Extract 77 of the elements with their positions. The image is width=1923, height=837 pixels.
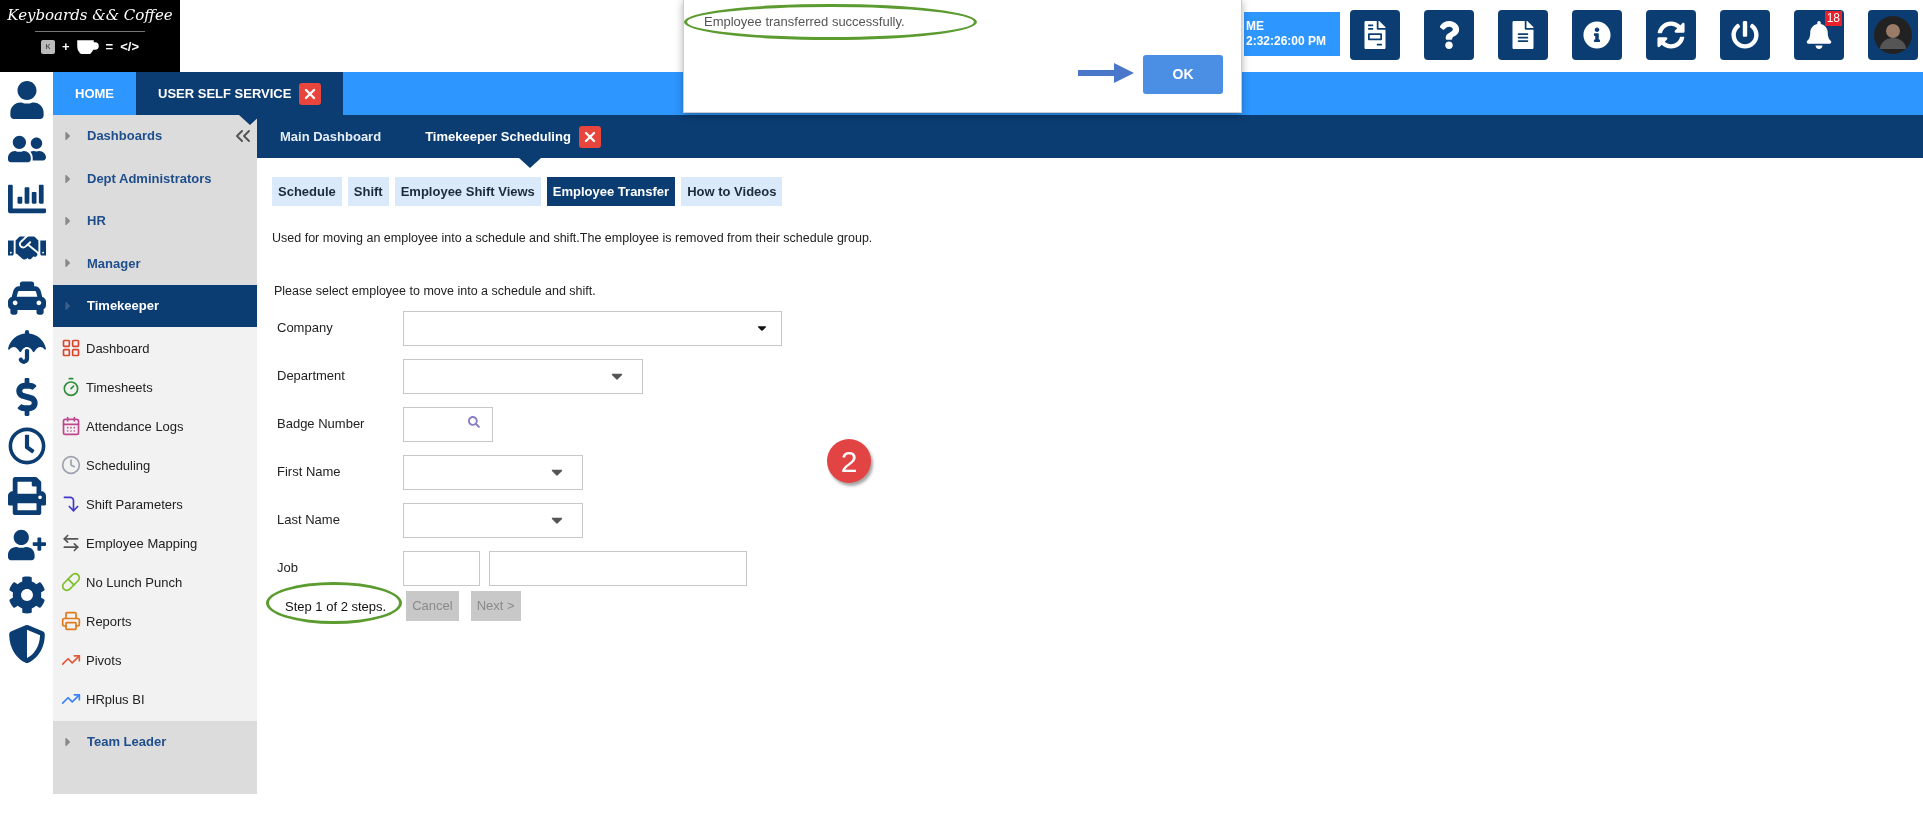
module-tab[interactable]: Timekeeper Scheduling: [425, 125, 601, 148]
stopwatch-icon: [61, 377, 81, 398]
info-icon: [1583, 21, 1611, 49]
bell-icon: [1805, 21, 1833, 49]
field-label: Company: [277, 319, 334, 338]
search-field[interactable]: [403, 406, 493, 442]
grid-icon: [61, 338, 81, 359]
printer-icon: [61, 611, 81, 632]
dialog-message: Employee transferred successfully.: [704, 13, 905, 31]
settings-icon[interactable]: [7, 575, 46, 614]
avatar-icon: [1874, 16, 1912, 54]
logo-title: Keyboards && Coffee: [7, 5, 173, 26]
refresh-icon: [1657, 21, 1685, 49]
page-tab[interactable]: Shift: [347, 177, 389, 206]
input-field[interactable]: [489, 550, 747, 586]
sidebar-item[interactable]: Dashboard: [53, 328, 257, 368]
close-button[interactable]: [578, 125, 601, 148]
step-marker: 2: [827, 439, 871, 483]
clock-label: ME: [1246, 19, 1265, 34]
field-label: Department: [277, 367, 346, 386]
printer-icon[interactable]: [7, 476, 46, 515]
person-icon[interactable]: [7, 80, 46, 119]
page-tab[interactable]: Employee Transfer: [546, 177, 676, 206]
toolbar-button[interactable]: [1720, 10, 1770, 60]
field-label: Job: [277, 559, 299, 578]
clock-time: 2:32:26:00 PM: [1246, 34, 1328, 49]
capsule-icon: [61, 572, 81, 593]
field-label: Last Name: [277, 511, 341, 530]
pointer-arrow: [1076, 62, 1136, 84]
toolbar-button[interactable]: [1646, 10, 1696, 60]
toolbar-button[interactable]: [1350, 10, 1400, 60]
description-text: Used for moving an employee into a schedule and shift.The employee is removed from their schedule group.: [272, 230, 874, 247]
logo-code: </>: [120, 38, 139, 56]
notifications-button[interactable]: 18: [1794, 10, 1844, 60]
cup-icon: [76, 39, 99, 54]
step-text: Step 1 of 2 steps.: [284, 598, 387, 614]
select-field[interactable]: [403, 502, 583, 538]
page-tab[interactable]: Schedule: [272, 177, 342, 206]
sidebar-item[interactable]: Attendance Logs: [53, 406, 257, 446]
sidebar-item[interactable]: HRplus BI: [53, 679, 257, 719]
field-label: Badge Number: [277, 415, 366, 434]
top-tab[interactable]: USER SELF SERVICE: [136, 72, 344, 115]
calendar-icon: [61, 416, 81, 437]
umbrella-icon[interactable]: [7, 328, 46, 367]
logo-plus: +: [62, 38, 70, 56]
clock-icon: [61, 455, 81, 476]
sidebar-item[interactable]: Timesheets: [53, 367, 257, 407]
sidebar-item[interactable]: No Lunch Punch: [53, 562, 257, 602]
power-icon: [1731, 21, 1759, 49]
sidebar-item[interactable]: Reports: [53, 601, 257, 641]
toolbar-button[interactable]: [1498, 10, 1548, 60]
instruction-text: Please select employee to move into a schedule and shift.: [274, 282, 597, 300]
field-label: First Name: [277, 463, 342, 482]
taxi-icon[interactable]: [7, 278, 46, 317]
select-field[interactable]: [403, 358, 643, 394]
toolbar-button[interactable]: [1572, 10, 1622, 60]
select-field[interactable]: [403, 310, 782, 346]
arrow-icon: [61, 494, 81, 515]
toolbar-button[interactable]: [1424, 10, 1474, 60]
shield-icon[interactable]: [7, 625, 46, 664]
sidebar-item[interactable]: Scheduling: [53, 445, 257, 485]
sidebar-section[interactable]: Timekeeper: [53, 284, 257, 327]
arrows-icon: [61, 533, 81, 554]
close-button[interactable]: [299, 82, 322, 105]
sidebar-item[interactable]: Shift Parameters: [53, 484, 257, 524]
sidebar-item[interactable]: Pivots: [53, 640, 257, 680]
page-tab[interactable]: How to Videos: [681, 177, 783, 206]
page-tab[interactable]: Employee Shift Views: [394, 177, 541, 206]
clock-icon[interactable]: [7, 427, 46, 466]
logo-equals: =: [105, 38, 114, 56]
input-field[interactable]: [403, 550, 480, 586]
sidebar-item[interactable]: Employee Mapping: [53, 523, 257, 563]
select-field[interactable]: [403, 454, 583, 490]
module-tab[interactable]: Main Dashboard: [280, 126, 382, 147]
notification-count: 18: [1824, 11, 1842, 26]
search-icon: [468, 415, 480, 428]
avatar-button[interactable]: [1868, 10, 1918, 60]
